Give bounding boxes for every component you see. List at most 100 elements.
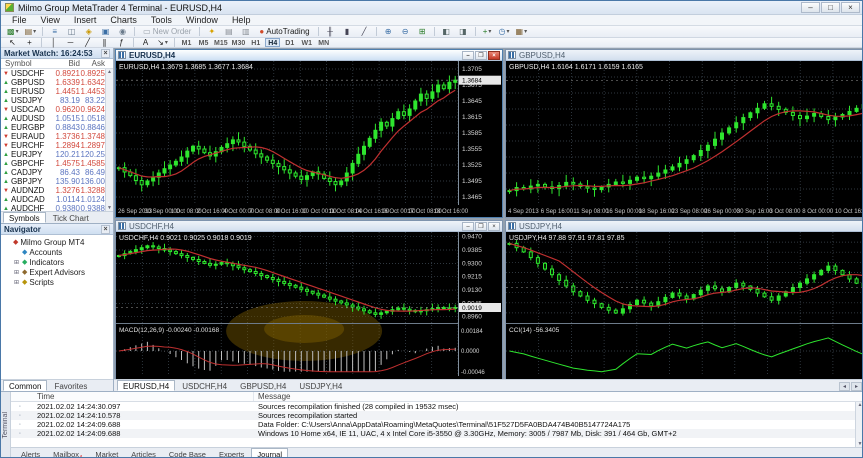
chart-minimize-button[interactable]: – xyxy=(462,221,474,231)
market-watch-row[interactable]: ▲ USDJPY 83.19 83.22 xyxy=(1,96,113,105)
templates-dropdown-icon[interactable]: ▾ xyxy=(524,27,527,37)
market-watch-row[interactable]: ▲ GBPUSD 1.6339 1.6342 xyxy=(1,78,113,87)
tab-scroll-right-icon[interactable]: ▸ xyxy=(851,382,862,391)
expand-icon[interactable]: ⊞ xyxy=(13,269,20,276)
scroll-up-icon[interactable]: ▲ xyxy=(107,69,112,75)
chart-window-usdchf[interactable]: USDCHF,H4 – ❐ × MACD(12,26,9) -0.00240 -0.0… xyxy=(115,220,503,379)
new-chart-button[interactable]: ▩ ▾ xyxy=(5,26,21,37)
journal-row[interactable]: ◦ 2021.02.02 14:24:30.097 Sources recompil… xyxy=(11,402,862,411)
menu-window[interactable]: Window xyxy=(179,15,225,26)
scroll-down-icon[interactable]: ▼ xyxy=(107,205,112,211)
indicators-dropdown-icon[interactable]: ▾ xyxy=(488,27,491,37)
arrange-left-button[interactable]: ◧ xyxy=(439,26,454,37)
timeframe-h4-button[interactable]: H4 xyxy=(265,38,281,47)
print-button[interactable]: ▤ xyxy=(221,26,236,37)
timeframe-m5-button[interactable]: M5 xyxy=(196,38,211,47)
market-watch-scrollbar[interactable]: ▲ ▼ xyxy=(105,69,113,211)
chart-close-button[interactable]: × xyxy=(488,50,500,60)
strategy-tester-button[interactable]: ◉ xyxy=(115,26,130,37)
chart-tab-eurusd-h4[interactable]: EURUSD,H4 xyxy=(117,380,176,391)
terminal-side-strip[interactable]: Terminal xyxy=(1,392,11,457)
menu-insert[interactable]: Insert xyxy=(67,15,104,26)
chart-plot-gbpusd[interactable]: 4 Sep 2013 6 Sep 16:00 11 Sep 08:0016 Sep … xyxy=(506,61,863,215)
chart-minimize-button[interactable]: – xyxy=(462,50,474,60)
terminal-tab-code-base[interactable]: Code Base xyxy=(163,448,212,457)
zoom-in-button[interactable]: ⊕ xyxy=(381,26,396,37)
chart-tab-gbpusd-h4[interactable]: GBPUSD,H4 xyxy=(234,380,292,391)
market-watch-row[interactable]: ▲ EURUSD 1.4451 1.4453 xyxy=(1,87,113,96)
terminal-tab-articles[interactable]: Articles xyxy=(125,448,162,457)
scroll-down-icon[interactable]: ▼ xyxy=(858,441,862,447)
timeframe-mn-button[interactable]: MN xyxy=(316,38,331,47)
terminal-tab-market[interactable]: Market xyxy=(89,448,124,457)
terminal-button[interactable]: ▣ xyxy=(98,26,113,37)
menu-help[interactable]: Help xyxy=(225,15,258,26)
chart-canvas-gbpusd[interactable]: 4 Sep 2013 6 Sep 16:00 11 Sep 08:00 16 Sep … xyxy=(506,61,863,217)
text-label-button[interactable]: A xyxy=(138,37,153,48)
arrange-right-button[interactable]: ◨ xyxy=(456,26,471,37)
timeframe-m15-button[interactable]: M15 xyxy=(213,38,229,47)
window-close-button[interactable]: × xyxy=(841,2,860,13)
chart-window-titlebar[interactable]: GBPUSD,H4–❐× xyxy=(506,50,862,61)
chart-window-titlebar[interactable]: USDCHF,H4 – ❐ × xyxy=(116,221,502,232)
journal-row[interactable]: ◦ 2021.02.02 14:24:10.578 Sources recompil… xyxy=(11,411,862,420)
journal-row[interactable]: ◦ 2021.02.02 14:24:09.688 Data Folder: C:\… xyxy=(11,420,862,429)
terminal-tab-alerts[interactable]: Alerts xyxy=(15,448,46,457)
chart-tab-usdjpy-h4[interactable]: USDJPY,H4 xyxy=(293,380,348,391)
bar-chart-button[interactable]: ╫ xyxy=(323,26,338,37)
chart-restore-button[interactable]: ❐ xyxy=(475,50,487,60)
data-window-button[interactable]: ◫ xyxy=(64,26,79,37)
chart-window-eurusd[interactable]: EURUSD,H4– ❐ × 1.3705 1.3675 1.3645 1.3615 1.35… xyxy=(115,49,503,218)
chart-canvas-usdjpy[interactable]: CCI(14) -56.340526 Sep 201327 Sep 20:001… xyxy=(506,232,862,379)
column-ask[interactable]: Ask xyxy=(80,59,113,68)
timeframe-m30-button[interactable]: M30 xyxy=(231,38,247,47)
window-minimize-button[interactable]: – xyxy=(801,2,820,13)
menu-charts[interactable]: Charts xyxy=(103,15,144,26)
templates-button[interactable]: ▦ ▾ xyxy=(514,26,530,37)
terminal-tab-experts[interactable]: Experts xyxy=(213,448,250,457)
chart-window-usdjpy[interactable]: USDJPY,H4–❐×CCI(14) -56.340526 Sep 20132… xyxy=(505,220,862,379)
market-watch-row[interactable]: ▲ AUDUSD 1.0515 1.0518 xyxy=(1,114,113,123)
expand-icon[interactable]: ⊞ xyxy=(13,259,20,266)
timeframe-w1-button[interactable]: W1 xyxy=(299,38,314,47)
chart-canvas-eurusd[interactable]: 1.3705 1.3675 1.3645 1.3615 1.3585 1.3555 1.35… xyxy=(116,61,502,217)
profiles-button[interactable]: ▤ ▾ xyxy=(23,26,39,37)
market-watch-row[interactable]: ▲ AUDCHF 0.9380 0.9388 xyxy=(1,204,113,211)
menu-tools[interactable]: Tools xyxy=(144,15,179,26)
fibonacci-button[interactable]: ƒ xyxy=(114,37,129,48)
navigator-item-scripts[interactable]: ⊞ ◆ Scripts xyxy=(4,277,113,287)
market-watch-close-icon[interactable]: × xyxy=(101,48,110,58)
chart-window-titlebar[interactable]: EURUSD,H4 – ❐ × xyxy=(116,50,502,61)
metaeditor-button[interactable]: ✦ xyxy=(204,26,219,37)
column-bid[interactable]: Bid xyxy=(48,59,80,68)
tab-symbols[interactable]: Symbols xyxy=(3,212,46,223)
chart-window-gbpusd[interactable]: GBPUSD,H4–❐×4 Sep 20136 Sep 16:0011 Sep … xyxy=(505,49,863,218)
chart-plot-usdchf[interactable]: MACD(12,26,9) -0.00240 -0.00168 0.00184 0.… xyxy=(116,232,502,379)
navigator-item-expert-advisors[interactable]: ⊞ ◆ Expert Advisors xyxy=(4,267,113,277)
tab-scroll-left-icon[interactable]: ◂ xyxy=(839,382,850,391)
market-watch-row[interactable]: ▲ EURJPY 120.21 120.25 xyxy=(1,150,113,159)
equidistant-channel-button[interactable]: ∥ xyxy=(97,37,112,48)
navigator-item-accounts[interactable]: ◆ Accounts xyxy=(4,247,113,257)
expand-icon[interactable]: ⊞ xyxy=(13,279,20,286)
periods-button[interactable]: ◷ ▾ xyxy=(497,26,512,37)
timeframe-h1-button[interactable]: H1 xyxy=(248,38,263,47)
tab-tick-chart[interactable]: Tick Chart xyxy=(47,212,95,223)
menu-view[interactable]: View xyxy=(34,15,67,26)
scroll-up-icon[interactable]: ▲ xyxy=(858,402,862,408)
market-watch-row[interactable]: ▲ EURGBP 0.8843 0.8846 xyxy=(1,123,113,132)
market-watch-row[interactable]: ▲ CADJPY 86.43 86.49 xyxy=(1,168,113,177)
chart-plot-eurusd[interactable]: 1.37051.36751.36451.36151.35851.35551.35… xyxy=(116,61,502,215)
trendline-button[interactable]: ╱ xyxy=(80,37,95,48)
market-watch-row[interactable]: ▲ AUDCAD 1.0114 1.0124 xyxy=(1,195,113,204)
market-watch-row[interactable]: ▼ USDCAD 0.9620 0.9624 xyxy=(1,105,113,114)
autotrading-button[interactable]: ● AutoTrading xyxy=(255,26,313,37)
menu-file[interactable]: File xyxy=(5,15,34,26)
periods-dropdown-icon[interactable]: ▾ xyxy=(507,27,510,37)
journal-row[interactable]: ◦ 2021.02.02 14:24:09.688 Windows 10 Home … xyxy=(11,429,862,438)
navigator-item-indicators[interactable]: ⊞ ◆ Indicators xyxy=(4,257,113,267)
chart-window-titlebar[interactable]: USDJPY,H4–❐× xyxy=(506,221,862,232)
window-maximize-button[interactable]: □ xyxy=(821,2,840,13)
terminal-tab-journal[interactable]: Journal xyxy=(251,448,289,457)
chart-restore-button[interactable]: ❐ xyxy=(475,221,487,231)
